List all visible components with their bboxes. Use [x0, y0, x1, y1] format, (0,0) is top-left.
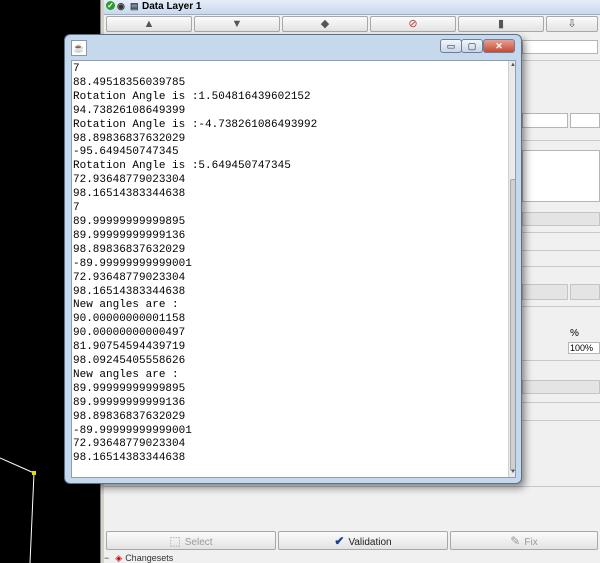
- panel-row[interactable]: [522, 380, 600, 394]
- console-line: -95.649450747345: [73, 146, 179, 159]
- console-line: 88.49518356039785: [73, 76, 186, 89]
- layer-title: Data Layer 1: [142, 1, 202, 12]
- panel-field-1[interactable]: [522, 40, 598, 54]
- console-line: 90.00000000000497: [73, 327, 186, 340]
- console-line: 98.09245405558626: [73, 355, 186, 368]
- wrench-icon: ✎: [510, 534, 521, 548]
- arrow-up-icon: ▲: [143, 18, 155, 30]
- move-down-button[interactable]: ▼: [194, 16, 280, 32]
- console-line: 81.90754594439719: [73, 341, 186, 354]
- console-line: -89.99999999999001: [73, 424, 192, 437]
- select-label: Select: [184, 537, 213, 548]
- console-output[interactable]: 7 88.49518356039785 Rotation Angle is :1.5…: [72, 61, 508, 477]
- bar-icon: ▮: [497, 18, 505, 30]
- console-line: 7: [73, 63, 80, 75]
- maximize-icon: ▢: [467, 41, 477, 51]
- window-titlebar[interactable]: ☕ ▭ ▢ ✕: [65, 35, 521, 59]
- select-icon: ⬚: [169, 534, 181, 548]
- panel-button-a[interactable]: [522, 284, 568, 300]
- console-line: 98.89836837632029: [73, 132, 186, 145]
- divider: [104, 486, 600, 487]
- panel-field-3[interactable]: [570, 113, 600, 128]
- console-area: 7 88.49518356039785 Rotation Angle is :1.5…: [71, 60, 516, 478]
- console-line: 98.89836837632029: [73, 410, 186, 423]
- console-line: Rotation Angle is :-4.738261086493992: [73, 118, 318, 131]
- eye-icon[interactable]: ◉: [117, 1, 127, 11]
- java-icon: ☕: [71, 40, 87, 56]
- action-bar: ⬚ Select ✔ Validation ✎ Fix: [104, 531, 600, 551]
- checkmark-icon: ✔: [334, 534, 345, 548]
- console-line: 94.73826108649399: [73, 104, 186, 117]
- delete-icon: ⊘: [408, 18, 418, 30]
- arrow-down-icon: ▼: [231, 18, 243, 30]
- move-up-button[interactable]: ▲: [106, 16, 192, 32]
- console-line: 98.89836837632029: [73, 243, 186, 256]
- minimize-icon: ▭: [446, 41, 456, 51]
- console-line: Rotation Angle is :1.504816439602152: [73, 90, 311, 103]
- console-line: New angles are :: [73, 299, 179, 312]
- console-line: 90.00000000001158: [73, 313, 186, 326]
- console-line: 89.99999999999895: [73, 215, 186, 228]
- panel-row[interactable]: [522, 212, 600, 226]
- console-line: 98.16514383344638: [73, 285, 186, 298]
- divider: [522, 140, 600, 141]
- minimize-button[interactable]: ▭: [440, 39, 462, 53]
- console-line: 7: [73, 202, 80, 215]
- console-line: 98.16514383344638: [73, 188, 186, 201]
- changesets-label: Changesets: [125, 553, 174, 563]
- console-line: Rotation Angle is :5.649450747345: [73, 160, 291, 173]
- select-button[interactable]: ⬚ Select: [106, 531, 276, 550]
- console-line: 98.16514383344638: [73, 452, 186, 465]
- divider: [522, 266, 600, 267]
- divider: [522, 232, 600, 233]
- merge-icon: ◆: [320, 18, 330, 30]
- console-line: 72.93648779023304: [73, 271, 186, 284]
- console-line: 72.93648779023304: [73, 174, 186, 187]
- maximize-button[interactable]: ▢: [461, 39, 483, 53]
- percent-column-header[interactable]: %: [570, 328, 579, 339]
- download-icon: ⇩: [567, 18, 577, 30]
- divider: [522, 402, 600, 403]
- console-line: New angles are :: [73, 368, 179, 381]
- way-node: [32, 471, 36, 475]
- panel-field-2[interactable]: [522, 113, 568, 128]
- delete-button[interactable]: ⊘: [370, 16, 456, 32]
- window-title: [91, 40, 251, 52]
- changesets-header[interactable]: − ◈ Changesets: [104, 553, 600, 563]
- console-line: 89.99999999999895: [73, 382, 186, 395]
- panel-text-area[interactable]: [522, 150, 600, 202]
- fix-button[interactable]: ✎ Fix: [450, 531, 598, 550]
- changesets-icon: ◈: [115, 553, 123, 563]
- show-hide-button[interactable]: ▮: [458, 16, 544, 32]
- scroll-up-icon[interactable]: ▲: [509, 61, 515, 69]
- panel-button-b[interactable]: [570, 284, 600, 300]
- divider: [522, 306, 600, 307]
- vertical-scrollbar[interactable]: ▲ ▼: [508, 61, 515, 477]
- scroll-down-icon[interactable]: ▼: [509, 468, 515, 476]
- console-line: 89.99999999999136: [73, 396, 186, 409]
- way-line: [0, 457, 35, 563]
- layer-toolbar: ▲ ▼ ◆ ⊘ ▮ ⇩: [104, 16, 600, 34]
- collapse-icon: −: [104, 553, 110, 563]
- divider: [522, 250, 600, 251]
- percent-cell[interactable]: 100%: [568, 342, 600, 354]
- download-button[interactable]: ⇩: [546, 16, 598, 32]
- validation-label: Validation: [348, 537, 392, 548]
- scroll-thumb[interactable]: [510, 179, 515, 471]
- close-button[interactable]: ✕: [483, 39, 515, 53]
- console-window[interactable]: ☕ ▭ ▢ ✕ 7 88.49518356039785 Rotation Angle…: [64, 34, 522, 484]
- close-icon: ✕: [495, 41, 503, 51]
- fix-label: Fix: [524, 537, 538, 548]
- console-line: -89.99999999999001: [73, 257, 192, 270]
- console-line: 72.93648779023304: [73, 438, 186, 451]
- divider: [522, 420, 600, 421]
- divider: [522, 360, 600, 361]
- validation-button[interactable]: ✔ Validation: [278, 531, 448, 550]
- check-icon[interactable]: ✓: [106, 1, 115, 10]
- merge-button[interactable]: ◆: [282, 16, 368, 32]
- layer-header[interactable]: ✓ ◉ ▤ Data Layer 1: [104, 0, 600, 15]
- console-line: 89.99999999999136: [73, 229, 186, 242]
- divider: [522, 60, 600, 61]
- layer-icon: ▤: [130, 1, 139, 11]
